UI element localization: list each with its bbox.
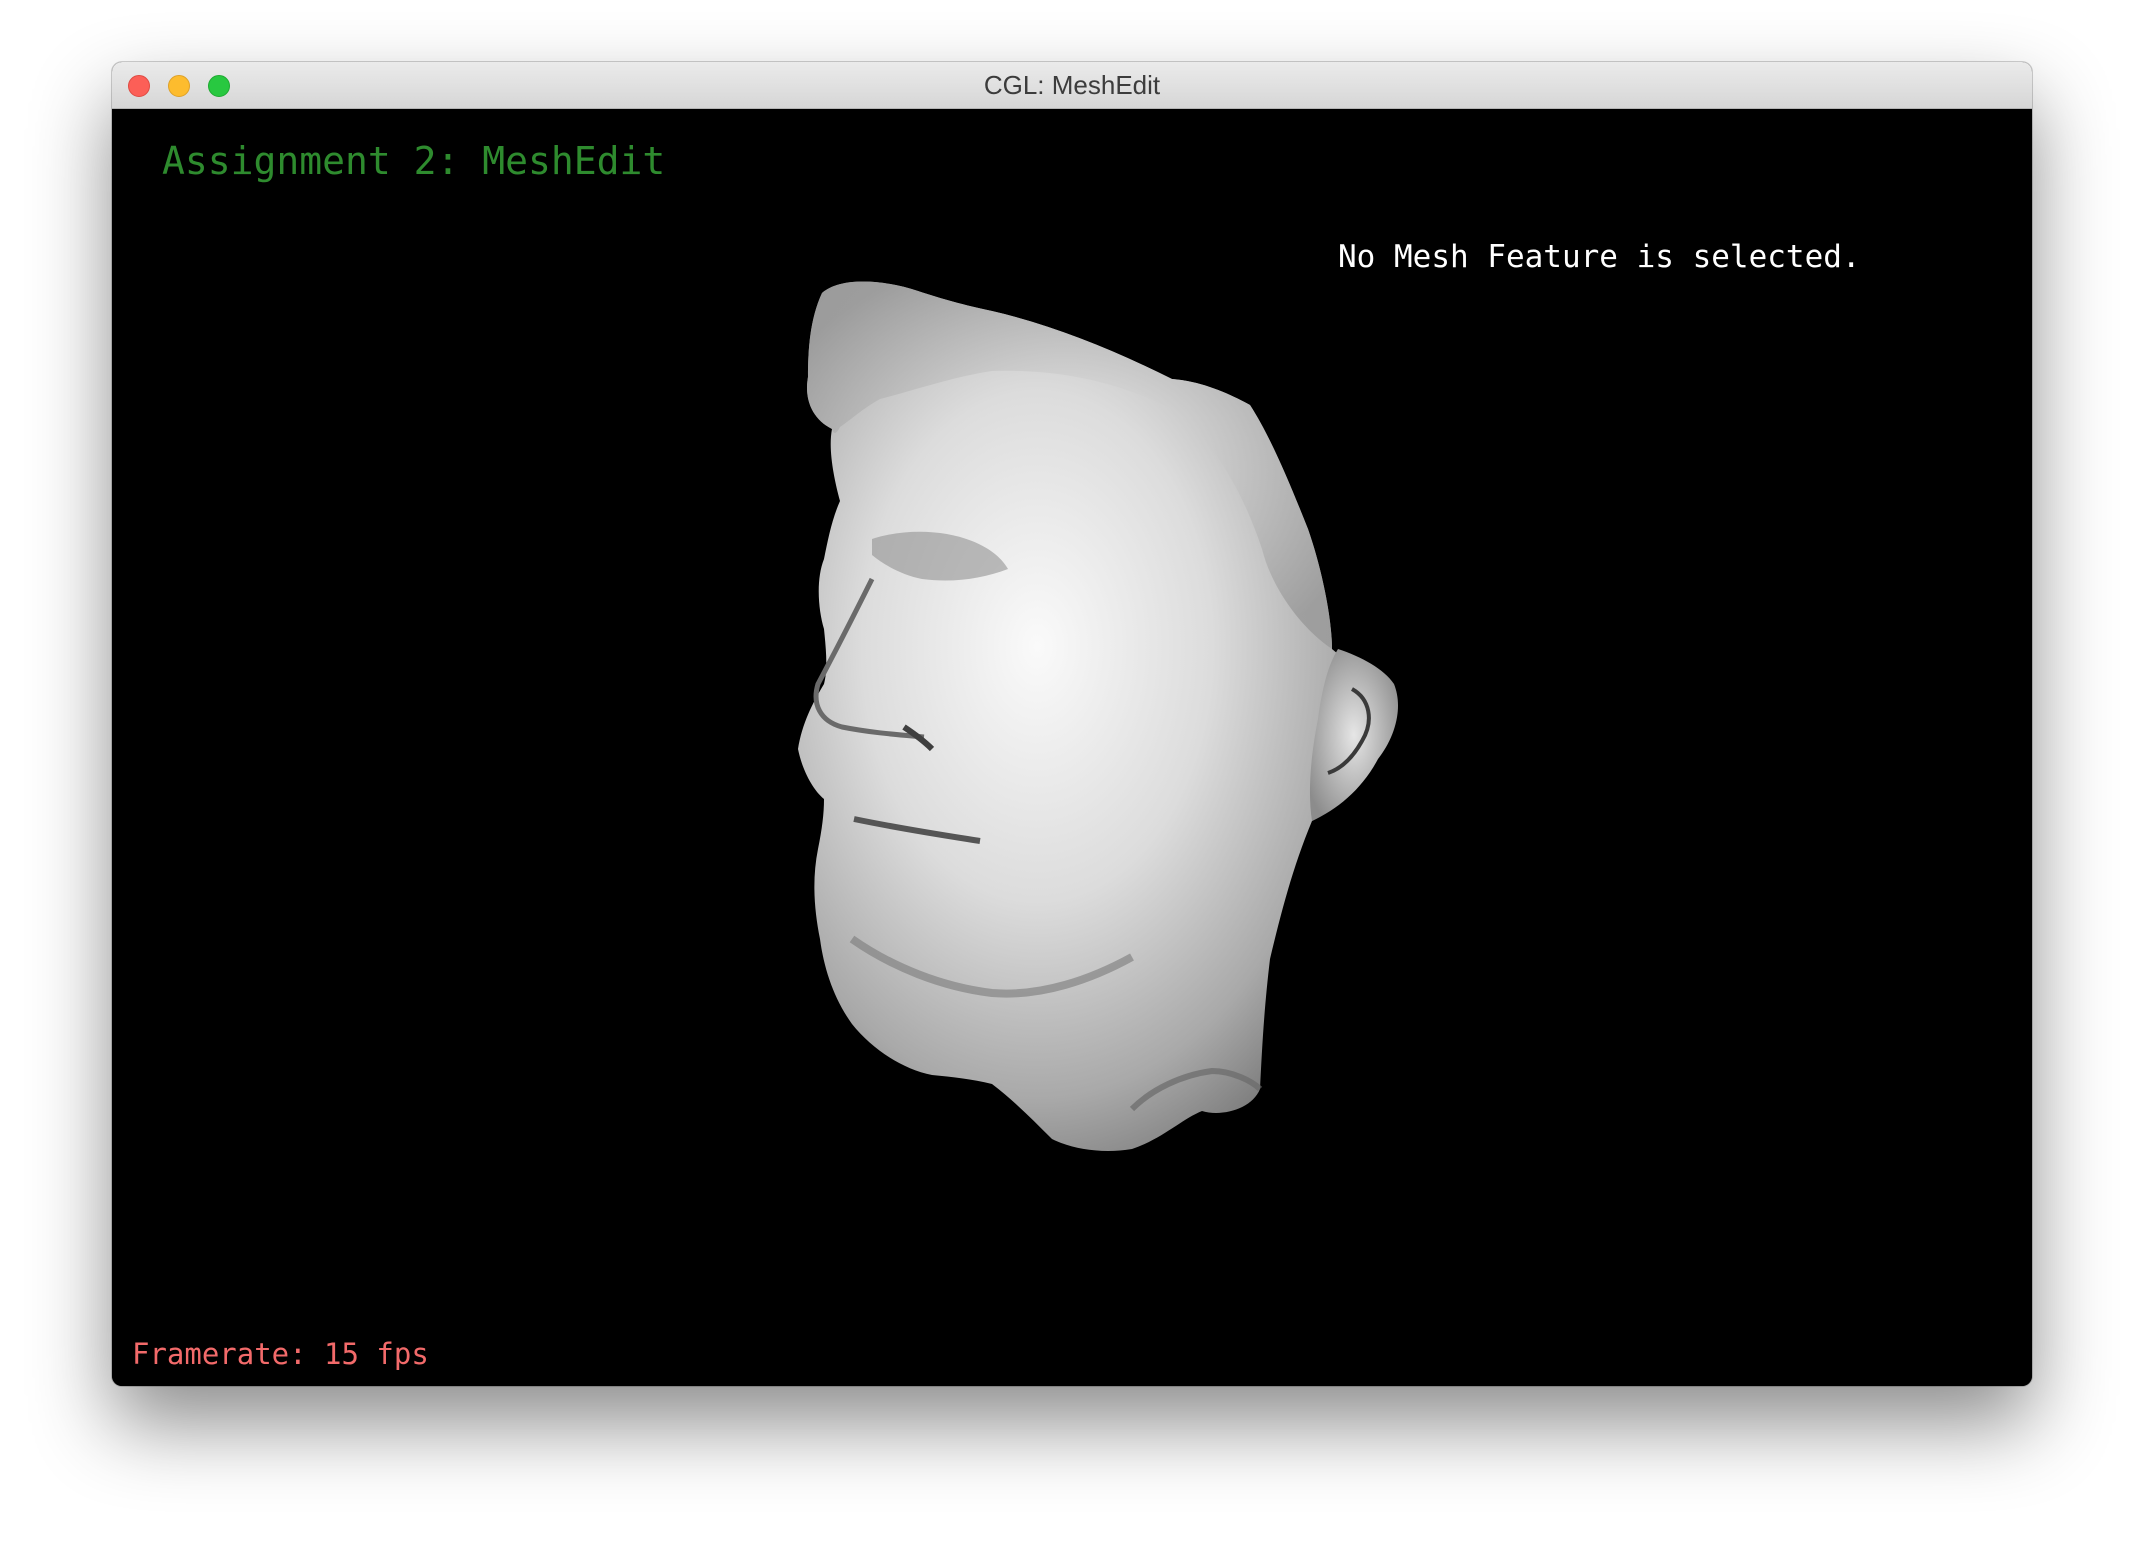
head-mesh[interactable]	[112, 109, 2032, 1386]
selection-status-text: No Mesh Feature is selected.	[1338, 239, 1861, 275]
window-title: CGL: MeshEdit	[983, 70, 1161, 100]
title-bar[interactable]: CGL: MeshEdit	[112, 62, 2032, 109]
render-viewport[interactable]: Assignment 2: MeshEdit No Mesh Feature i…	[112, 109, 2032, 1386]
app-window: CGL: MeshEdit Assignment 2: MeshEdit No …	[112, 62, 2032, 1386]
framerate-text: Framerate: 15 fps	[132, 1337, 429, 1371]
head-surface	[798, 281, 1396, 1151]
assignment-title: Assignment 2: MeshEdit	[162, 139, 666, 183]
